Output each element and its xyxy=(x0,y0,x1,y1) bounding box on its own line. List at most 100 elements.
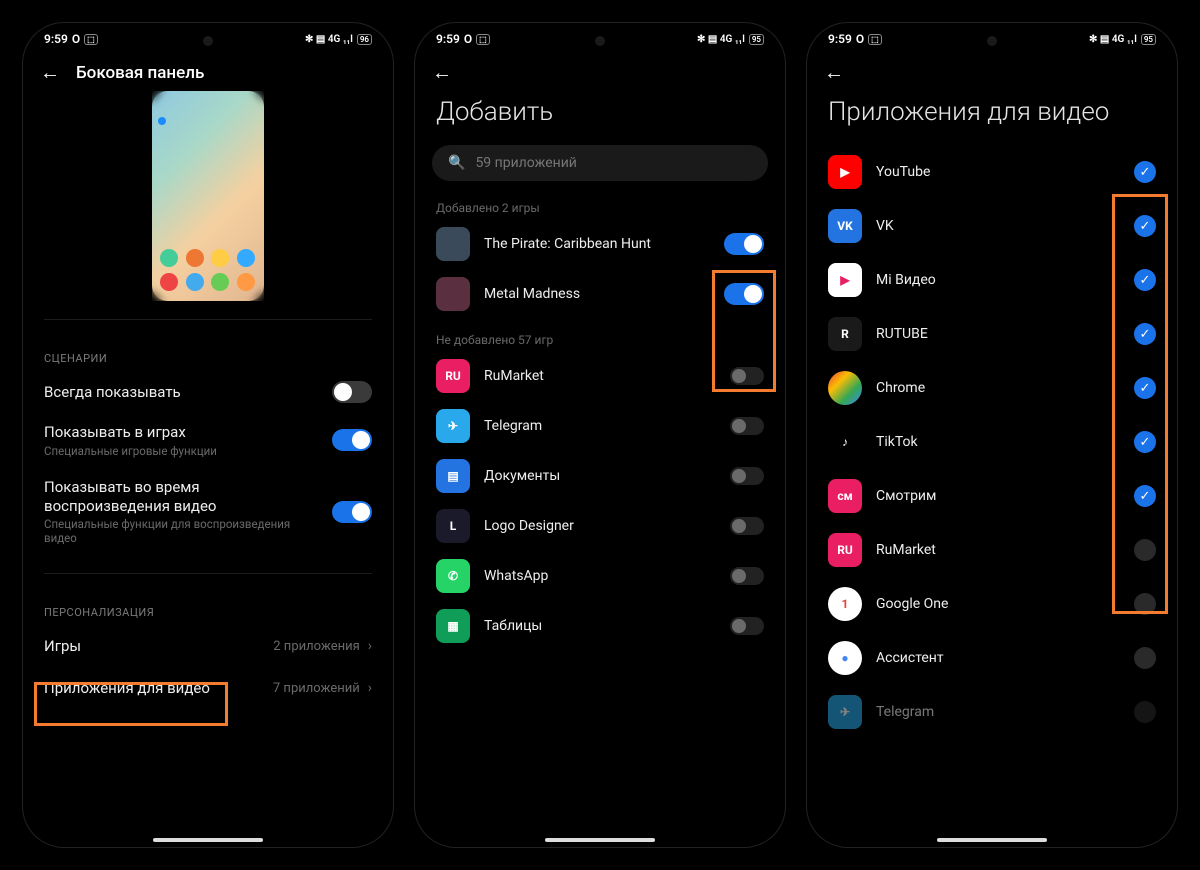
app-name: Документы xyxy=(484,468,716,484)
app-row[interactable]: см Смотрим ✓ xyxy=(806,469,1178,523)
app-row[interactable]: L Logo Designer xyxy=(414,501,786,551)
screenshot-1: 9:59 O ⬚ ✻ ▤ 4G ₁₁l 96 ← Боковая панель … xyxy=(22,22,394,848)
toggle-app[interactable] xyxy=(724,283,764,305)
screenshot-3: 9:59 O ⬚ ✻ ▤ 4G ₁₁l 95 ← Приложения для … xyxy=(806,22,1178,848)
status-icons: ✻ ▤ 4G ₁₁l xyxy=(305,34,353,45)
app-row[interactable]: The Pirate: Caribbean Hunt xyxy=(414,219,786,269)
status-time: 9:59 xyxy=(828,32,852,46)
setting-sublabel: Специальные игровые функции xyxy=(44,444,320,458)
back-icon[interactable]: ← xyxy=(432,60,452,85)
app-row[interactable]: R RUTUBE ✓ xyxy=(806,307,1178,361)
row-show-games[interactable]: Показывать в играх Специальные игровые ф… xyxy=(22,413,394,468)
app-row[interactable]: Chrome ✓ xyxy=(806,361,1178,415)
check-circle[interactable]: ✓ xyxy=(1134,485,1156,507)
search-input[interactable]: 🔍 59 приложений xyxy=(432,145,768,181)
status-bar: 9:59 O ⬚ ✻ ▤ 4G ₁₁l 95 xyxy=(414,22,786,50)
nav-video-apps[interactable]: Приложения для видео 7 приложений › xyxy=(22,667,394,709)
app-row[interactable]: ✆ WhatsApp xyxy=(414,551,786,601)
app-row[interactable]: ▶ YouTube ✓ xyxy=(806,145,1178,199)
app-icon: см xyxy=(828,479,862,513)
page-title: Добавить xyxy=(414,91,786,145)
home-indicator[interactable] xyxy=(937,838,1047,842)
status-icon: O xyxy=(72,32,80,46)
toggle-app[interactable] xyxy=(730,517,764,535)
app-name: YouTube xyxy=(876,164,1120,180)
toggle-app[interactable] xyxy=(730,567,764,585)
app-name: Смотрим xyxy=(876,488,1120,504)
toggle-app[interactable] xyxy=(730,367,764,385)
status-icons: ✻ ▤ 4G ₁₁l xyxy=(1089,34,1137,45)
search-icon: 🔍 xyxy=(448,155,465,171)
section-personalization: ПЕРСОНАЛИЗАЦИЯ xyxy=(22,592,394,625)
toggle-app[interactable] xyxy=(730,417,764,435)
chevron-right-icon: › xyxy=(368,638,372,654)
app-row[interactable]: ✈ Telegram xyxy=(806,685,1178,739)
added-section-label: Добавлено 2 игры xyxy=(414,195,786,219)
app-row[interactable]: 1 Google One xyxy=(806,577,1178,631)
nav-item-label: Приложения для видео xyxy=(44,679,210,697)
check-circle[interactable]: ✓ xyxy=(1134,269,1156,291)
status-time: 9:59 xyxy=(44,32,68,46)
app-row[interactable]: ▦ Таблицы xyxy=(414,601,786,651)
nav-games[interactable]: Игры 2 приложения › xyxy=(22,625,394,667)
app-icon: R xyxy=(828,317,862,351)
battery-icon: 95 xyxy=(749,34,764,45)
app-row[interactable]: VK VK ✓ xyxy=(806,199,1178,253)
check-circle[interactable]: ✓ xyxy=(1134,161,1156,183)
check-circle[interactable]: ✓ xyxy=(1134,431,1156,453)
app-icon xyxy=(828,371,862,405)
app-row[interactable]: ✈ Telegram xyxy=(414,401,786,451)
row-always-show[interactable]: Всегда показывать xyxy=(22,371,394,413)
app-name: VK xyxy=(876,218,1120,234)
app-row[interactable]: ▶ Mi Видео ✓ xyxy=(806,253,1178,307)
app-row[interactable]: ♪ TikTok ✓ xyxy=(806,415,1178,469)
app-row[interactable]: RU RuMarket xyxy=(806,523,1178,577)
home-indicator[interactable] xyxy=(153,838,263,842)
app-name: The Pirate: Caribbean Hunt xyxy=(484,236,710,252)
app-icon: ✆ xyxy=(436,559,470,593)
app-row[interactable]: ▤ Документы xyxy=(414,451,786,501)
divider xyxy=(44,573,372,574)
check-circle[interactable] xyxy=(1134,539,1156,561)
battery-icon: 95 xyxy=(1141,34,1156,45)
home-indicator[interactable] xyxy=(545,838,655,842)
toggle-games[interactable] xyxy=(332,429,372,451)
nav-header: ← Боковая панель xyxy=(22,50,394,91)
nav-item-value: 7 приложений xyxy=(273,681,360,696)
app-name: Таблицы xyxy=(484,618,716,634)
row-show-video[interactable]: Показывать во время воспроизведения виде… xyxy=(22,468,394,556)
status-icon: O xyxy=(464,32,472,46)
toggle-app[interactable] xyxy=(730,617,764,635)
section-scenarios: СЦЕНАРИИ xyxy=(22,338,394,371)
status-bar: 9:59 O ⬚ ✻ ▤ 4G ₁₁l 95 xyxy=(806,22,1178,50)
app-row[interactable]: ● Ассистент xyxy=(806,631,1178,685)
app-name: Telegram xyxy=(876,704,1120,720)
app-icon: ♪ xyxy=(828,425,862,459)
app-name: Logo Designer xyxy=(484,518,716,534)
nav-item-value: 2 приложения xyxy=(273,639,360,654)
app-icon: ✈ xyxy=(828,695,862,729)
app-icon: ● xyxy=(828,641,862,675)
toggle-app[interactable] xyxy=(724,233,764,255)
check-circle[interactable]: ✓ xyxy=(1134,323,1156,345)
setting-sublabel: Специальные функции для воспроизведения … xyxy=(44,517,320,545)
toggle-app[interactable] xyxy=(730,467,764,485)
app-name: RuMarket xyxy=(484,368,716,384)
app-icon: ▦ xyxy=(436,609,470,643)
back-icon[interactable]: ← xyxy=(824,60,844,85)
status-bar: 9:59 O ⬚ ✻ ▤ 4G ₁₁l 96 xyxy=(22,22,394,50)
toggle-always[interactable] xyxy=(332,381,372,403)
app-icon xyxy=(436,277,470,311)
toggle-video[interactable] xyxy=(332,501,372,523)
not-added-section-label: Не добавлено 57 игр xyxy=(414,327,786,351)
check-circle[interactable] xyxy=(1134,701,1156,723)
check-circle[interactable]: ✓ xyxy=(1134,377,1156,399)
app-icon xyxy=(436,227,470,261)
app-row[interactable]: RU RuMarket xyxy=(414,351,786,401)
check-circle[interactable] xyxy=(1134,647,1156,669)
back-icon[interactable]: ← xyxy=(40,60,60,85)
check-circle[interactable]: ✓ xyxy=(1134,215,1156,237)
check-circle[interactable] xyxy=(1134,593,1156,615)
app-row[interactable]: Metal Madness xyxy=(414,269,786,319)
app-icon: ▶ xyxy=(828,263,862,297)
